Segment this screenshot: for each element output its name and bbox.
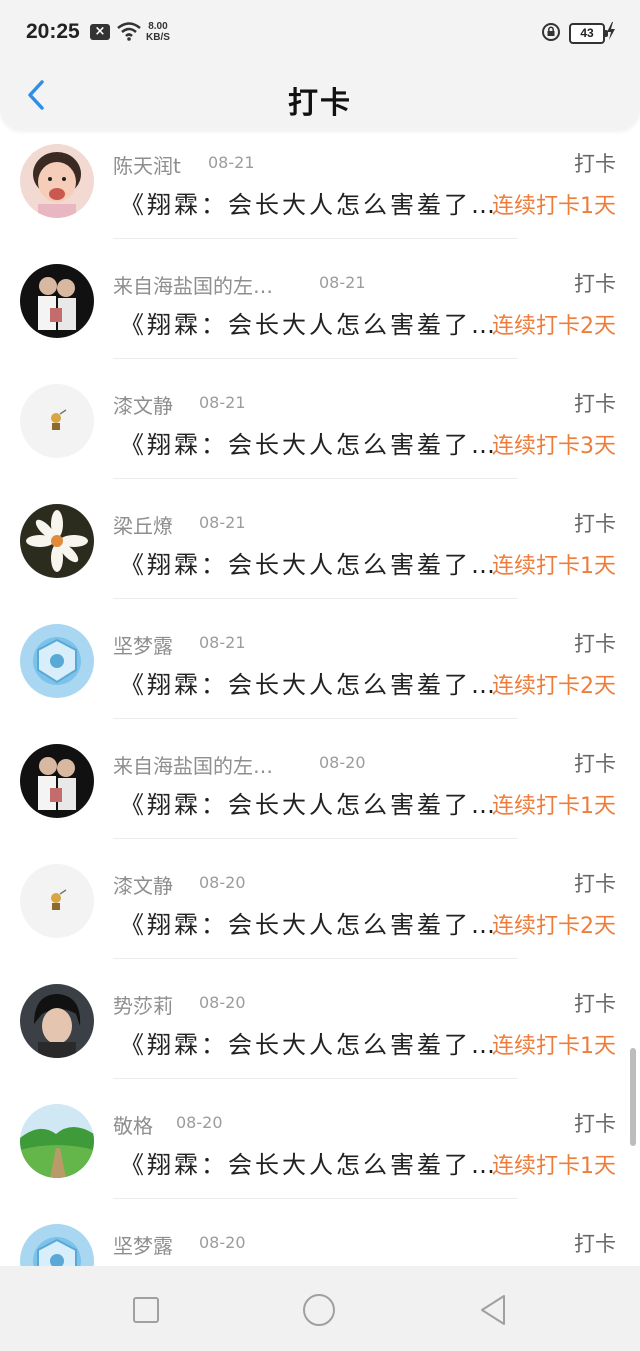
scrollbar[interactable] xyxy=(630,1048,636,1146)
avatar[interactable] xyxy=(20,1224,94,1266)
battery-indicator: 43 xyxy=(569,23,608,44)
user-name: 陈天润t xyxy=(113,154,181,178)
divider xyxy=(113,478,518,479)
home-button[interactable] xyxy=(299,1290,339,1330)
divider xyxy=(113,358,518,359)
checkin-date: 08-20 xyxy=(176,1113,223,1132)
divider xyxy=(113,718,518,719)
circle-icon xyxy=(303,1294,335,1326)
avatar[interactable] xyxy=(20,144,94,218)
user-name: 坚梦露 xyxy=(113,634,173,658)
post-title: 《翔霖：会长大人怎么害羞了… xyxy=(120,671,498,699)
rotation-lock-icon xyxy=(542,23,560,41)
divider xyxy=(113,1078,518,1079)
divider xyxy=(113,598,518,599)
streak-label: 连续打卡1天 xyxy=(492,1154,616,1179)
avatar[interactable] xyxy=(20,744,94,818)
post-title: 《翔霖：会长大人怎么害羞了… xyxy=(120,791,498,819)
square-icon xyxy=(133,1297,159,1323)
divider xyxy=(113,238,518,239)
user-name: 漆文静 xyxy=(113,394,173,418)
status-bar: 20:25 × 8.00 KB/S 43 xyxy=(0,0,640,64)
checkin-list[interactable]: 陈天润t 08-21 打卡 《翔霖：会长大人怎么害羞了… 连续打卡1天 来自海盐… xyxy=(0,130,640,1266)
checkin-date: 08-21 xyxy=(199,513,246,532)
list-item[interactable]: 梁丘燎 08-21 打卡 《翔霖：会长大人怎么害羞了… 连续打卡1天 xyxy=(0,490,640,610)
post-title: 《翔霖：会长大人怎么害羞了… xyxy=(120,911,498,939)
divider xyxy=(113,838,518,839)
avatar[interactable] xyxy=(20,384,94,458)
streak-label: 连续打卡2天 xyxy=(492,314,616,339)
close-notification-icon: × xyxy=(90,24,110,40)
user-name: 敬格 xyxy=(113,1114,153,1138)
checkin-tag: 打卡 xyxy=(574,392,616,416)
recent-apps-button[interactable] xyxy=(126,1290,166,1330)
checkin-date: 08-21 xyxy=(199,393,246,412)
streak-label: 连续打卡3天 xyxy=(492,434,616,459)
user-name: 势莎莉 xyxy=(113,994,173,1018)
user-name: 来自海盐国的左… xyxy=(113,754,273,778)
network-speed-unit: KB/S xyxy=(146,32,170,43)
page-title: 打卡 xyxy=(288,86,352,121)
list-item[interactable]: 漆文静 08-21 打卡 《翔霖：会长大人怎么害羞了… 连续打卡3天 xyxy=(0,370,640,490)
checkin-date: 08-20 xyxy=(199,993,246,1012)
user-name: 梁丘燎 xyxy=(113,514,173,538)
user-name: 坚梦露 xyxy=(113,1234,173,1258)
post-title: 《翔霖：会长大人怎么害羞了… xyxy=(120,1031,498,1059)
checkin-date: 08-21 xyxy=(199,633,246,652)
list-item[interactable]: 陈天润t 08-21 打卡 《翔霖：会长大人怎么害羞了… 连续打卡1天 xyxy=(0,130,640,250)
streak-label: 连续打卡1天 xyxy=(492,1034,616,1059)
post-title: 《翔霖：会长大人怎么害羞了… xyxy=(120,551,498,579)
list-item[interactable]: 漆文静 08-20 打卡 《翔霖：会长大人怎么害羞了… 连续打卡2天 xyxy=(0,850,640,970)
network-speed-value: 8.00 xyxy=(148,21,168,32)
checkin-tag: 打卡 xyxy=(574,152,616,176)
divider xyxy=(113,1198,518,1199)
wifi-icon xyxy=(117,22,141,41)
checkin-date: 08-20 xyxy=(319,753,366,772)
avatar[interactable] xyxy=(20,624,94,698)
list-item[interactable]: 来自海盐国的左… 08-20 打卡 《翔霖：会长大人怎么害羞了… 连续打卡1天 xyxy=(0,730,640,850)
list-item[interactable]: 坚梦露 08-20 打卡 xyxy=(0,1210,640,1266)
charging-icon xyxy=(607,22,615,40)
post-title: 《翔霖：会长大人怎么害羞了… xyxy=(120,191,498,219)
streak-label: 连续打卡2天 xyxy=(492,914,616,939)
avatar[interactable] xyxy=(20,1104,94,1178)
checkin-date: 08-21 xyxy=(319,273,366,292)
checkin-tag: 打卡 xyxy=(574,512,616,536)
post-title: 《翔霖：会长大人怎么害羞了… xyxy=(120,311,498,339)
post-title: 《翔霖：会长大人怎么害羞了… xyxy=(120,1151,498,1179)
post-title: 《翔霖：会长大人怎么害羞了… xyxy=(120,431,498,459)
triangle-back-icon xyxy=(481,1295,505,1325)
list-item[interactable]: 来自海盐国的左… 08-21 打卡 《翔霖：会长大人怎么害羞了… 连续打卡2天 xyxy=(0,250,640,370)
checkin-date: 08-20 xyxy=(199,1233,246,1252)
streak-label: 连续打卡1天 xyxy=(492,554,616,579)
user-name: 漆文静 xyxy=(113,874,173,898)
avatar[interactable] xyxy=(20,264,94,338)
status-time: 20:25 xyxy=(26,20,80,43)
back-nav-button[interactable] xyxy=(474,1290,514,1330)
streak-label: 连续打卡1天 xyxy=(492,794,616,819)
checkin-tag: 打卡 xyxy=(574,1232,616,1256)
list-item[interactable]: 坚梦露 08-21 打卡 《翔霖：会长大人怎么害羞了… 连续打卡2天 xyxy=(0,610,640,730)
checkin-tag: 打卡 xyxy=(574,1112,616,1136)
checkin-tag: 打卡 xyxy=(574,272,616,296)
avatar[interactable] xyxy=(20,984,94,1058)
list-item[interactable]: 势莎莉 08-20 打卡 《翔霖：会长大人怎么害羞了… 连续打卡1天 xyxy=(0,970,640,1090)
streak-label: 连续打卡2天 xyxy=(492,674,616,699)
system-nav-bar xyxy=(0,1266,640,1351)
checkin-date: 08-21 xyxy=(208,153,255,172)
checkin-tag: 打卡 xyxy=(574,632,616,656)
checkin-tag: 打卡 xyxy=(574,752,616,776)
streak-label: 连续打卡1天 xyxy=(492,194,616,219)
avatar[interactable] xyxy=(20,504,94,578)
checkin-date: 08-20 xyxy=(199,873,246,892)
user-name: 来自海盐国的左… xyxy=(113,274,273,298)
list-item[interactable]: 敬格 08-20 打卡 《翔霖：会长大人怎么害羞了… 连续打卡1天 xyxy=(0,1090,640,1210)
network-speed: 8.00 KB/S xyxy=(146,21,170,43)
avatar[interactable] xyxy=(20,864,94,938)
checkin-tag: 打卡 xyxy=(574,992,616,1016)
checkin-tag: 打卡 xyxy=(574,872,616,896)
divider xyxy=(113,958,518,959)
header: 打卡 xyxy=(0,64,640,130)
